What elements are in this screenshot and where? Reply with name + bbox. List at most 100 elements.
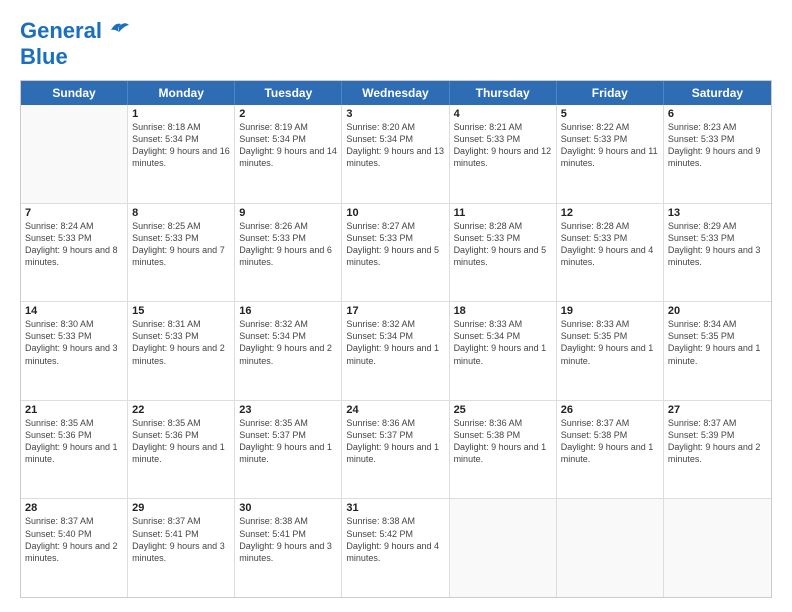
- cell-info: Sunrise: 8:33 AMSunset: 5:35 PMDaylight:…: [561, 318, 659, 367]
- cell-info: Sunrise: 8:37 AMSunset: 5:40 PMDaylight:…: [25, 515, 123, 564]
- day-number: 8: [132, 207, 230, 219]
- cell-info: Sunrise: 8:32 AMSunset: 5:34 PMDaylight:…: [346, 318, 444, 367]
- day-number: 3: [346, 108, 444, 120]
- calendar-cell: [450, 499, 557, 597]
- page: General Blue SundayMondayTuesdayWednesda…: [0, 0, 792, 612]
- calendar-row: 14Sunrise: 8:30 AMSunset: 5:33 PMDayligh…: [21, 302, 771, 401]
- cell-info: Sunrise: 8:22 AMSunset: 5:33 PMDaylight:…: [561, 121, 659, 170]
- calendar-row: 21Sunrise: 8:35 AMSunset: 5:36 PMDayligh…: [21, 401, 771, 500]
- calendar-row: 1Sunrise: 8:18 AMSunset: 5:34 PMDaylight…: [21, 105, 771, 204]
- day-number: 10: [346, 207, 444, 219]
- weekday-header: Saturday: [664, 81, 771, 105]
- weekday-header: Friday: [557, 81, 664, 105]
- cell-info: Sunrise: 8:33 AMSunset: 5:34 PMDaylight:…: [454, 318, 552, 367]
- day-number: 2: [239, 108, 337, 120]
- calendar-cell: 1Sunrise: 8:18 AMSunset: 5:34 PMDaylight…: [128, 105, 235, 203]
- cell-info: Sunrise: 8:37 AMSunset: 5:39 PMDaylight:…: [668, 417, 767, 466]
- cell-info: Sunrise: 8:29 AMSunset: 5:33 PMDaylight:…: [668, 220, 767, 269]
- day-number: 16: [239, 305, 337, 317]
- calendar-cell: 27Sunrise: 8:37 AMSunset: 5:39 PMDayligh…: [664, 401, 771, 499]
- day-number: 28: [25, 502, 123, 514]
- day-number: 30: [239, 502, 337, 514]
- day-number: 12: [561, 207, 659, 219]
- calendar-cell: 5Sunrise: 8:22 AMSunset: 5:33 PMDaylight…: [557, 105, 664, 203]
- day-number: 26: [561, 404, 659, 416]
- calendar-cell: 16Sunrise: 8:32 AMSunset: 5:34 PMDayligh…: [235, 302, 342, 400]
- cell-info: Sunrise: 8:38 AMSunset: 5:41 PMDaylight:…: [239, 515, 337, 564]
- weekday-header: Wednesday: [342, 81, 449, 105]
- weekday-header: Thursday: [450, 81, 557, 105]
- day-number: 4: [454, 108, 552, 120]
- cell-info: Sunrise: 8:37 AMSunset: 5:38 PMDaylight:…: [561, 417, 659, 466]
- cell-info: Sunrise: 8:23 AMSunset: 5:33 PMDaylight:…: [668, 121, 767, 170]
- day-number: 17: [346, 305, 444, 317]
- header: General Blue: [20, 18, 772, 70]
- cell-info: Sunrise: 8:26 AMSunset: 5:33 PMDaylight:…: [239, 220, 337, 269]
- calendar-cell: 15Sunrise: 8:31 AMSunset: 5:33 PMDayligh…: [128, 302, 235, 400]
- logo-bird-icon: [107, 20, 129, 38]
- cell-info: Sunrise: 8:19 AMSunset: 5:34 PMDaylight:…: [239, 121, 337, 170]
- calendar-cell: 25Sunrise: 8:36 AMSunset: 5:38 PMDayligh…: [450, 401, 557, 499]
- day-number: 14: [25, 305, 123, 317]
- day-number: 27: [668, 404, 767, 416]
- calendar-cell: 29Sunrise: 8:37 AMSunset: 5:41 PMDayligh…: [128, 499, 235, 597]
- day-number: 22: [132, 404, 230, 416]
- cell-info: Sunrise: 8:35 AMSunset: 5:36 PMDaylight:…: [25, 417, 123, 466]
- day-number: 15: [132, 305, 230, 317]
- day-number: 21: [25, 404, 123, 416]
- cell-info: Sunrise: 8:21 AMSunset: 5:33 PMDaylight:…: [454, 121, 552, 170]
- calendar-cell: 17Sunrise: 8:32 AMSunset: 5:34 PMDayligh…: [342, 302, 449, 400]
- calendar-cell: 14Sunrise: 8:30 AMSunset: 5:33 PMDayligh…: [21, 302, 128, 400]
- calendar-cell: 13Sunrise: 8:29 AMSunset: 5:33 PMDayligh…: [664, 204, 771, 302]
- calendar: SundayMondayTuesdayWednesdayThursdayFrid…: [20, 80, 772, 598]
- calendar-cell: 10Sunrise: 8:27 AMSunset: 5:33 PMDayligh…: [342, 204, 449, 302]
- day-number: 13: [668, 207, 767, 219]
- cell-info: Sunrise: 8:35 AMSunset: 5:37 PMDaylight:…: [239, 417, 337, 466]
- cell-info: Sunrise: 8:20 AMSunset: 5:34 PMDaylight:…: [346, 121, 444, 170]
- day-number: 1: [132, 108, 230, 120]
- calendar-cell: 3Sunrise: 8:20 AMSunset: 5:34 PMDaylight…: [342, 105, 449, 203]
- calendar-cell: [664, 499, 771, 597]
- calendar-cell: 12Sunrise: 8:28 AMSunset: 5:33 PMDayligh…: [557, 204, 664, 302]
- cell-info: Sunrise: 8:38 AMSunset: 5:42 PMDaylight:…: [346, 515, 444, 564]
- day-number: 23: [239, 404, 337, 416]
- calendar-cell: [21, 105, 128, 203]
- day-number: 7: [25, 207, 123, 219]
- day-number: 9: [239, 207, 337, 219]
- weekday-header: Tuesday: [235, 81, 342, 105]
- calendar-cell: 4Sunrise: 8:21 AMSunset: 5:33 PMDaylight…: [450, 105, 557, 203]
- calendar-header: SundayMondayTuesdayWednesdayThursdayFrid…: [21, 81, 771, 105]
- cell-info: Sunrise: 8:34 AMSunset: 5:35 PMDaylight:…: [668, 318, 767, 367]
- cell-info: Sunrise: 8:36 AMSunset: 5:37 PMDaylight:…: [346, 417, 444, 466]
- day-number: 11: [454, 207, 552, 219]
- calendar-cell: 7Sunrise: 8:24 AMSunset: 5:33 PMDaylight…: [21, 204, 128, 302]
- calendar-cell: 30Sunrise: 8:38 AMSunset: 5:41 PMDayligh…: [235, 499, 342, 597]
- logo: General Blue: [20, 18, 129, 70]
- logo-blue: Blue: [20, 44, 68, 69]
- day-number: 6: [668, 108, 767, 120]
- day-number: 5: [561, 108, 659, 120]
- cell-info: Sunrise: 8:24 AMSunset: 5:33 PMDaylight:…: [25, 220, 123, 269]
- cell-info: Sunrise: 8:37 AMSunset: 5:41 PMDaylight:…: [132, 515, 230, 564]
- calendar-cell: 2Sunrise: 8:19 AMSunset: 5:34 PMDaylight…: [235, 105, 342, 203]
- calendar-row: 7Sunrise: 8:24 AMSunset: 5:33 PMDaylight…: [21, 204, 771, 303]
- day-number: 29: [132, 502, 230, 514]
- calendar-cell: 23Sunrise: 8:35 AMSunset: 5:37 PMDayligh…: [235, 401, 342, 499]
- weekday-header: Sunday: [21, 81, 128, 105]
- calendar-cell: 28Sunrise: 8:37 AMSunset: 5:40 PMDayligh…: [21, 499, 128, 597]
- weekday-header: Monday: [128, 81, 235, 105]
- calendar-cell: [557, 499, 664, 597]
- calendar-cell: 21Sunrise: 8:35 AMSunset: 5:36 PMDayligh…: [21, 401, 128, 499]
- calendar-cell: 22Sunrise: 8:35 AMSunset: 5:36 PMDayligh…: [128, 401, 235, 499]
- day-number: 18: [454, 305, 552, 317]
- calendar-cell: 11Sunrise: 8:28 AMSunset: 5:33 PMDayligh…: [450, 204, 557, 302]
- cell-info: Sunrise: 8:28 AMSunset: 5:33 PMDaylight:…: [561, 220, 659, 269]
- calendar-cell: 24Sunrise: 8:36 AMSunset: 5:37 PMDayligh…: [342, 401, 449, 499]
- cell-info: Sunrise: 8:30 AMSunset: 5:33 PMDaylight:…: [25, 318, 123, 367]
- calendar-row: 28Sunrise: 8:37 AMSunset: 5:40 PMDayligh…: [21, 499, 771, 597]
- calendar-cell: 20Sunrise: 8:34 AMSunset: 5:35 PMDayligh…: [664, 302, 771, 400]
- calendar-cell: 6Sunrise: 8:23 AMSunset: 5:33 PMDaylight…: [664, 105, 771, 203]
- cell-info: Sunrise: 8:35 AMSunset: 5:36 PMDaylight:…: [132, 417, 230, 466]
- cell-info: Sunrise: 8:27 AMSunset: 5:33 PMDaylight:…: [346, 220, 444, 269]
- day-number: 25: [454, 404, 552, 416]
